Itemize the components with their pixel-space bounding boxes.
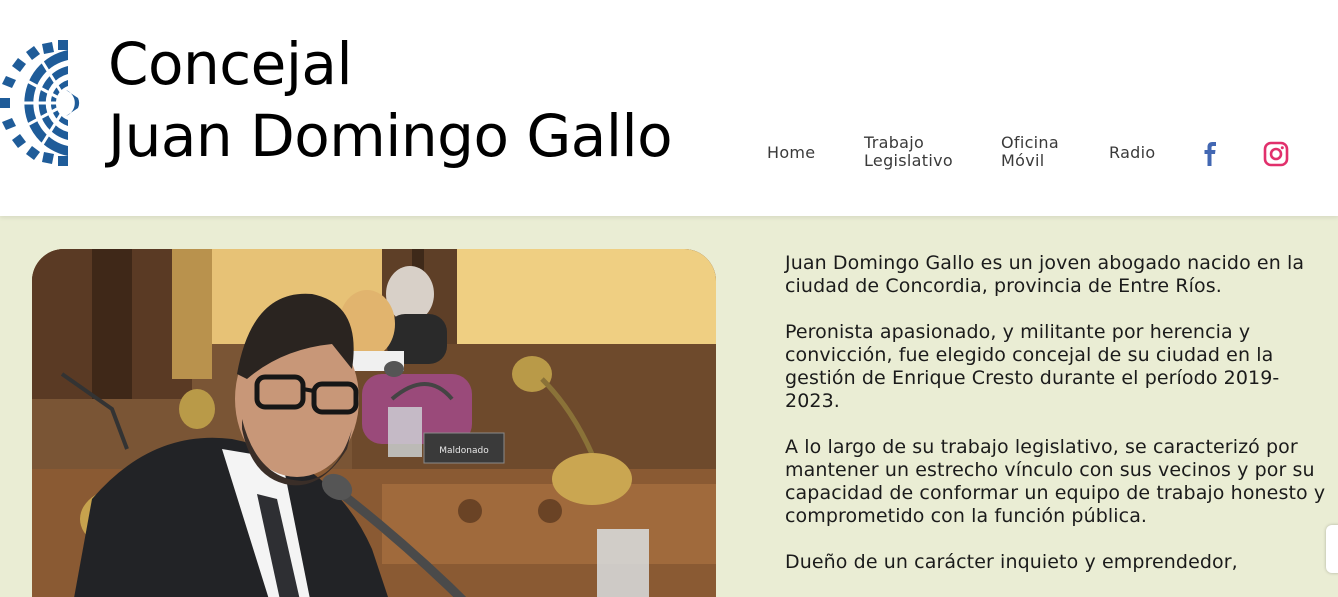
nav-radio-label: Radio	[1109, 143, 1156, 162]
main-nav: Home Trabajo Legislativo Oficina Móvil R…	[0, 132, 1338, 176]
hero-photo: Maldonado	[32, 249, 716, 597]
nav-oficina-movil[interactable]: Oficina Móvil	[1001, 134, 1059, 170]
site-header: Concejal Juan Domingo Gallo Home Trabajo…	[0, 0, 1338, 216]
nav-trabajo-label-line1: Trabajo	[864, 133, 925, 152]
nav-oficina-label-line2: Móvil	[1001, 151, 1045, 170]
nav-radio[interactable]: Radio	[1109, 144, 1155, 162]
nav-trabajo-label-line2: Legislativo	[864, 151, 953, 170]
nameplate-text: Maldonado	[439, 446, 489, 456]
nav-oficina-label-line1: Oficina	[1001, 133, 1059, 152]
nav-trabajo-legislativo[interactable]: Trabajo Legislativo	[864, 134, 953, 170]
bio-paragraph: Juan Domingo Gallo es un joven abogado n…	[785, 252, 1305, 297]
bio-paragraph: Dueño de un carácter inquieto y emprende…	[785, 551, 1238, 573]
side-tab[interactable]	[1326, 525, 1338, 573]
nav-home-label: Home	[767, 143, 816, 162]
facebook-icon[interactable]	[1197, 140, 1225, 168]
instagram-icon[interactable]	[1262, 140, 1290, 168]
bio-paragraph: Peronista apasionado, y militante por he…	[785, 321, 1280, 412]
nav-home[interactable]: Home	[767, 144, 815, 162]
bio-text: Juan Domingo Gallo es un joven abogado n…	[785, 252, 1333, 597]
bio-paragraph: A lo largo de su trabajo legislativo, se…	[785, 436, 1326, 527]
site-title-line1: Concejal	[108, 30, 353, 98]
